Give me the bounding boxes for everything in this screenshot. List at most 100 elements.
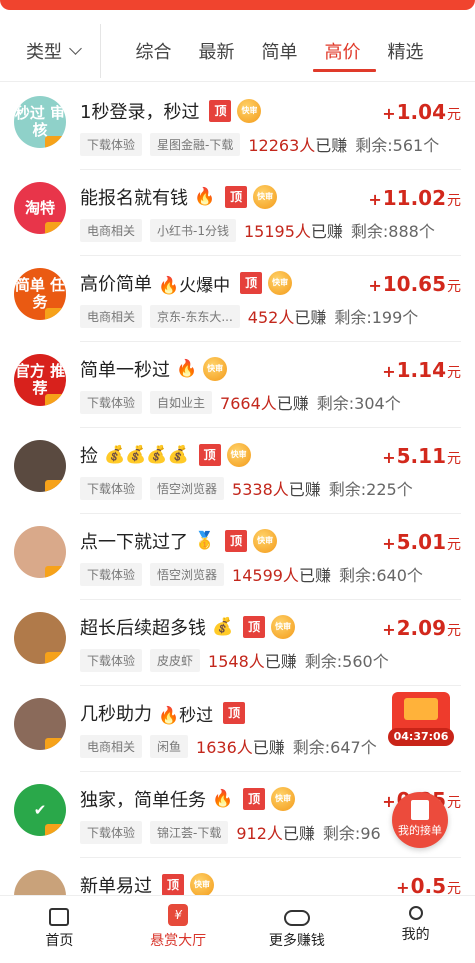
reward-unit: 元 [447,279,461,295]
top-badge: 顶 [209,100,232,122]
list-item[interactable]: 超长后续超多钱 💰 顶快审 下载体验 皮皮虾 1548人已赚 剩余:560个 +2.09 元 [0,600,475,686]
remaining-count: 剩余:561个 [355,136,440,155]
reward-value: 5.01 [396,530,446,554]
avatar: ✔ [14,784,66,836]
red-packet-widget[interactable]: 04:37:06 [388,692,454,750]
task-title-text: 点一下就过了 [80,532,188,553]
crown-icon [45,394,66,406]
platform-tag: 锦江荟-下载 [150,820,229,844]
gamepad-icon [283,910,310,926]
fast-review-badge: 快审 [203,357,228,381]
top-badge: 顶 [243,616,266,638]
task-title-text: 几秒助力 [80,704,152,725]
reward-prefix: + [382,534,396,553]
fast-review-badge: 快审 [253,529,278,553]
reward-unit: 元 [447,537,461,553]
filter-bar: 类型 综合 最新 简单 高价 精选 [0,18,475,82]
tab-home[interactable]: 首页 [0,896,119,963]
reward-value: 1.04 [396,100,446,124]
tab-latest[interactable]: 最新 [185,18,248,82]
task-title-text: 捡 [80,446,98,467]
reward-unit: 元 [447,107,461,123]
task-title-text: 高价简单 [80,274,152,295]
task-meta: 下载体验 星图金融-下载 12263人已赚 剩余:561个 [80,132,439,156]
title-emoji: 🔥 [176,359,198,379]
task-title-text: 独家，简单任务 [80,790,206,811]
top-badge: 顶 [223,702,246,724]
document-icon [411,800,429,820]
category-tag: 电商相关 [80,304,143,328]
avatar-text: 简单 任务 [14,276,66,311]
fast-review-badge: 快审 [190,873,214,897]
earned-number: 912人 [236,824,283,843]
platform-tag: 皮皮虾 [150,648,201,672]
earned-number: 14599人 [232,566,299,585]
tab-reward-hall[interactable]: ¥ 悬赏大厅 [119,896,238,963]
tab-high-price[interactable]: 高价 [311,18,376,82]
list-item[interactable]: 捡 💰💰💰💰 顶快审 下载体验 悟空浏览器 5338人已赚 剩余:225个 +5.11 元 [0,428,475,514]
crown-icon [45,136,66,148]
reward-amount: +5.11 元 [382,444,461,468]
top-badge: 顶 [198,444,221,466]
reward-amount: +1.04 元 [382,100,461,124]
top-badge: 顶 [225,530,248,552]
earned-count: 452人已赚 [248,304,327,328]
reward-prefix: + [382,104,396,123]
home-icon [49,908,70,926]
remaining-count: 剩余:304个 [316,394,401,413]
platform-tag: 闲鱼 [150,734,189,758]
type-dropdown[interactable]: 类型 [26,38,82,64]
earned-count: 5338人已赚 [232,476,321,500]
list-item[interactable]: 官方 推荐 简单一秒过 🔥 快审 下载体验 自如业主 7664人已赚 剩余:304个 +1.14… [0,342,475,428]
task-title: 捡 💰💰💰💰 顶快审 [80,442,251,468]
reward-amount: +5.01 元 [382,530,461,554]
task-title: 简单一秒过 🔥 快审 [80,356,228,382]
chevron-down-icon [69,42,82,55]
avatar: 秒过 审核 [14,96,66,148]
earned-count: 14599人已赚 [232,562,331,586]
fast-review-badge: 快审 [253,185,278,209]
list-item[interactable]: 秒过 审核 1秒登录，秒过顶快审 下载体验 星图金融-下载 12263人已赚 剩余:561… [0,84,475,170]
earned-suffix: 已赚 [276,394,309,413]
crown-icon [45,738,66,750]
task-title: 能报名就有钱 🔥 顶快审 [80,184,278,210]
task-title: 几秒助力 🔥秒过顶 [80,700,246,726]
list-item[interactable]: 简单 任务 高价简单 🔥火爆中顶快审 电商相关 京东-东东大... 452人已赚 剩余:19… [0,256,475,342]
earned-number: 15195人 [243,222,311,241]
category-tag: 下载体验 [80,562,143,586]
avatar [14,526,66,578]
earned-number: 7664人 [220,394,277,413]
list-item[interactable]: 点一下就过了 🥇 顶快审 下载体验 悟空浏览器 14599人已赚 剩余:640个 +5.01 元 [0,514,475,600]
tab-comprehensive[interactable]: 综合 [122,18,185,82]
task-meta: 下载体验 锦江荟-下载 912人已赚 剩余:96 [80,820,381,844]
reward-prefix: + [368,190,382,209]
earned-suffix: 已赚 [315,136,348,155]
fast-review-badge: 快审 [271,787,296,811]
tab-simple[interactable]: 简单 [248,18,311,82]
earned-number: 12263人 [248,136,316,155]
earned-number: 452人 [247,308,295,327]
reward-value: 1.14 [396,358,446,382]
category-tag: 下载体验 [80,820,143,844]
crown-icon [45,652,66,664]
avatar [14,440,66,492]
tab-mine[interactable]: 我的 [356,896,475,963]
reward-value: 10.65 [382,272,446,296]
reward-prefix: + [382,448,396,467]
tab-more-earn[interactable]: 更多赚钱 [238,896,357,963]
reward-unit: 元 [447,795,461,811]
category-tag: 电商相关 [80,218,143,242]
task-meta: 下载体验 悟空浏览器 14599人已赚 剩余:640个 [80,562,423,586]
earned-count: 1636人已赚 [196,734,285,758]
earned-count: 15195人已赚 [244,218,343,242]
earned-count: 912人已赚 [236,820,315,844]
bottom-tab-bar: 首页 ¥ 悬赏大厅 更多赚钱 我的 [0,895,475,963]
person-icon [408,906,423,920]
platform-tag: 悟空浏览器 [150,476,225,500]
remaining-count: 剩余:225个 [328,480,413,499]
my-orders-button[interactable]: 我的接单 [392,792,448,848]
list-item[interactable]: 淘特 能报名就有钱 🔥 顶快审 电商相关 小红书-1分钱 15195人已赚 剩余:888个 +1… [0,170,475,256]
reward-value: 5.11 [396,444,446,468]
tab-featured[interactable]: 精选 [374,18,437,82]
avatar-text: 官方 推荐 [14,362,66,397]
